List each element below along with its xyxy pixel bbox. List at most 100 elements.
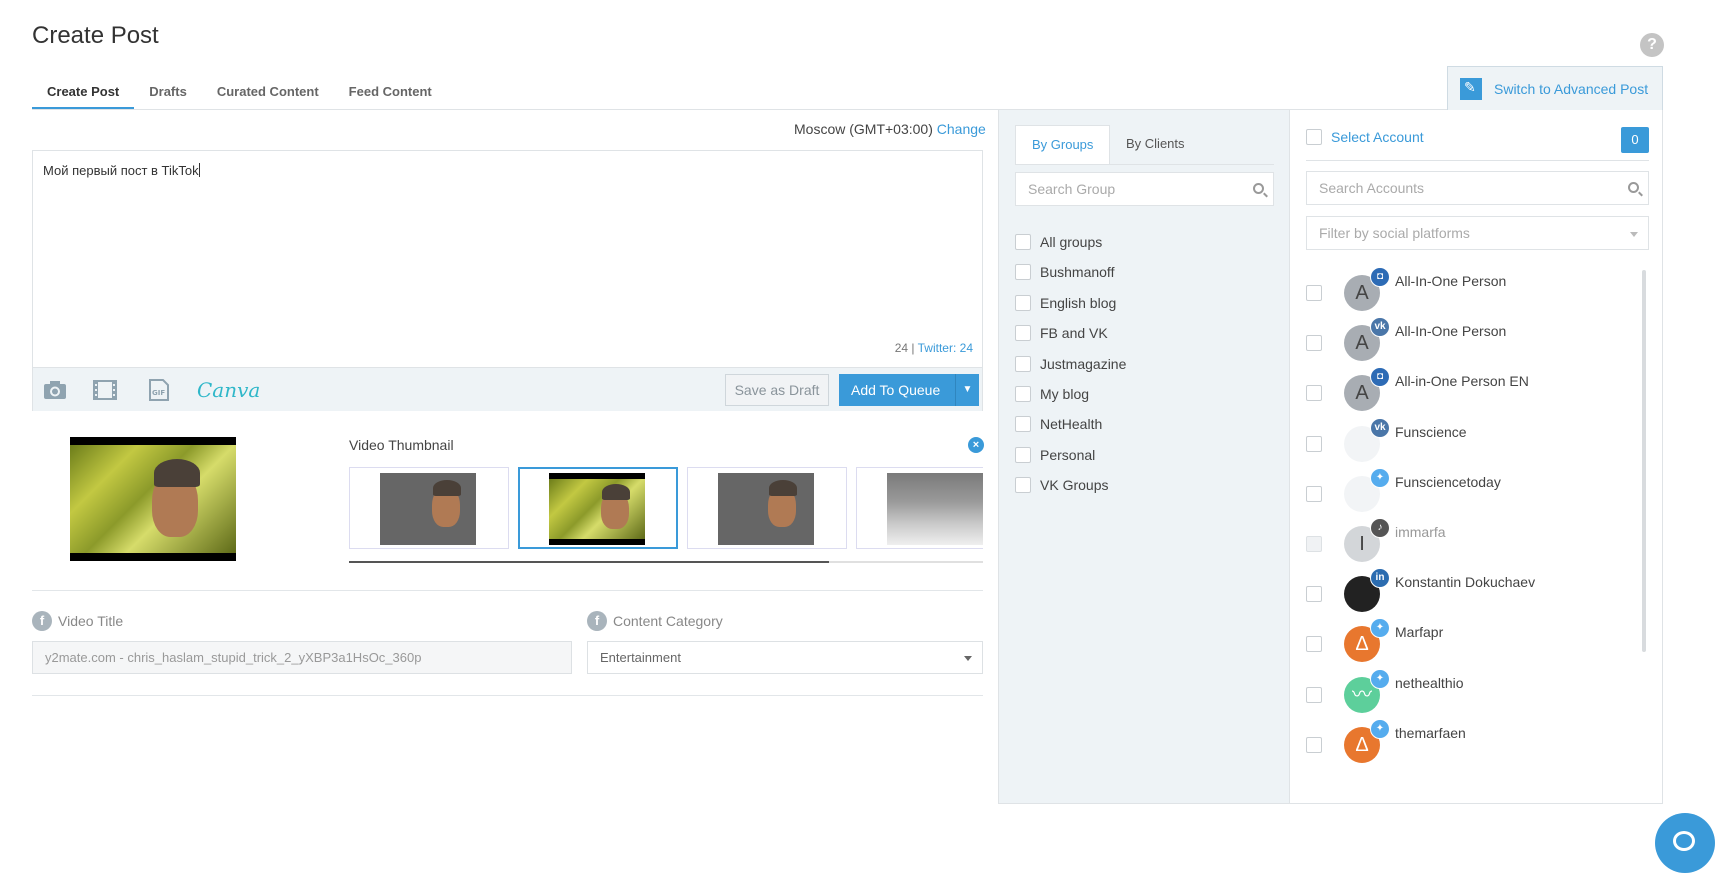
group-checkbox[interactable] (1015, 234, 1031, 250)
accounts-scrollbar[interactable] (1642, 270, 1646, 652)
gif-icon[interactable]: GIF (147, 379, 171, 401)
group-item[interactable]: Personal (1015, 445, 1095, 465)
account-checkbox[interactable] (1306, 636, 1322, 653)
text-caret (198, 163, 200, 177)
chevron-down-icon (1630, 232, 1638, 237)
account-checkbox[interactable] (1306, 686, 1322, 703)
thumbnail-option-2[interactable] (518, 467, 678, 549)
group-checkbox[interactable] (1015, 325, 1031, 342)
account-item[interactable]: in Konstantin Dokuchaev (1306, 568, 1636, 613)
tab-feed-content[interactable]: Feed Content (334, 80, 447, 110)
video-preview[interactable] (70, 437, 236, 561)
account-item[interactable]: vk Funscience (1306, 417, 1636, 463)
thumbnail-option-4[interactable] (856, 467, 983, 549)
group-label: All groups (1040, 234, 1103, 250)
svg-text:GIF: GIF (152, 389, 165, 397)
group-label: VK Groups (1040, 477, 1109, 494)
add-to-queue-label: Add To Queue (851, 382, 941, 398)
group-item[interactable]: All groups (1015, 232, 1102, 252)
select-account-toggle[interactable]: Select Account (1306, 129, 1424, 145)
account-name: Funscience (1395, 423, 1467, 440)
video-title-input[interactable]: y2mate.com - chris_haslam_stupid_trick_2… (32, 641, 572, 674)
account-item[interactable]: Δ ✦ themarfaen (1306, 718, 1636, 764)
thumbnail-option-1[interactable] (349, 467, 509, 549)
account-checkbox[interactable] (1306, 385, 1322, 402)
filter-platforms-placeholder: Filter by social platforms (1319, 225, 1470, 241)
section-divider (32, 695, 983, 696)
group-item[interactable]: NetHealth (1015, 414, 1102, 434)
account-item[interactable]: A ◘ All-in-One Person EN (1306, 367, 1636, 412)
search-group-input[interactable]: Search Group (1015, 172, 1274, 206)
account-checkbox[interactable] (1306, 485, 1322, 502)
group-checkbox[interactable] (1015, 294, 1031, 311)
group-checkbox[interactable] (1015, 386, 1031, 402)
tab-drafts[interactable]: Drafts (134, 80, 202, 110)
group-item[interactable]: Justmagazine (1015, 354, 1126, 374)
close-icon[interactable]: × (968, 437, 984, 453)
account-name: immarfa (1395, 524, 1446, 540)
account-name: Marfapr (1395, 624, 1444, 641)
select-all-checkbox[interactable] (1306, 129, 1322, 145)
content-category-select[interactable]: Entertainment (587, 641, 983, 674)
twitter-icon: ✦ (1370, 467, 1390, 488)
camera-icon[interactable] (43, 379, 67, 401)
facebook-icon: f (587, 611, 607, 631)
accounts-panel: Select Account 0 Search Accounts Filter … (1289, 110, 1663, 804)
group-label: FB and VK (1040, 325, 1108, 342)
tab-by-groups[interactable]: By Groups (1015, 125, 1111, 165)
account-checkbox[interactable] (1306, 335, 1322, 352)
thumbnail-scrollbar-thumb[interactable] (349, 561, 829, 563)
account-item[interactable]: A ◘ All-In-One Person (1306, 267, 1636, 312)
switch-advanced-post-label: Switch to Advanced Post (1494, 80, 1649, 97)
account-item[interactable]: I ♪ immarfa (1306, 518, 1636, 563)
thumbnail-scrollbar[interactable] (349, 561, 983, 563)
account-item[interactable]: 〰 ✦ nethealthio (1306, 668, 1636, 714)
account-checkbox[interactable] (1306, 435, 1322, 452)
tab-by-clients[interactable]: By Clients (1110, 125, 1201, 165)
group-checkbox[interactable] (1015, 446, 1031, 463)
account-item[interactable]: ✦ Funsciencetoday (1306, 467, 1636, 513)
char-count: 24 | (894, 341, 915, 355)
group-checkbox[interactable] (1015, 416, 1031, 433)
video-icon[interactable] (93, 379, 117, 401)
timezone-change-link[interactable]: Change (937, 121, 986, 137)
group-item[interactable]: English blog (1015, 293, 1116, 313)
group-checkbox[interactable] (1015, 264, 1031, 281)
canva-button[interactable]: Canva (197, 378, 260, 402)
account-item[interactable]: Avk All-In-One Person (1306, 317, 1636, 362)
chat-support-button[interactable] (1655, 813, 1715, 873)
vk-icon: vk (1370, 417, 1390, 438)
main-tabs: Create Post Drafts Curated Content Feed … (32, 80, 447, 110)
filter-platforms-select[interactable]: Filter by social platforms (1306, 216, 1649, 250)
group-label: English blog (1040, 294, 1117, 311)
switch-advanced-post-button[interactable]: Switch to Advanced Post (1447, 66, 1663, 110)
queue-dropdown-chevron-icon[interactable]: ▼ (955, 374, 979, 406)
thumbnail-option-3[interactable] (687, 467, 847, 549)
help-icon[interactable]: ? (1640, 33, 1664, 57)
pencil-icon (1460, 77, 1482, 100)
group-item[interactable]: Bushmanoff (1015, 262, 1114, 282)
save-as-draft-button[interactable]: Save as Draft (725, 374, 829, 406)
video-thumbnail-label: Video Thumbnail (349, 437, 454, 453)
select-account-label: Select Account (1331, 129, 1424, 145)
group-item[interactable]: VK Groups (1015, 475, 1108, 495)
account-checkbox[interactable] (1306, 736, 1322, 753)
group-checkbox[interactable] (1015, 355, 1031, 372)
account-name: All-In-One Person (1395, 273, 1507, 289)
add-to-queue-button[interactable]: Add To Queue ▼ (839, 374, 979, 406)
post-text-area[interactable]: Мой первый пост в TikTok (43, 163, 200, 178)
tab-create-post[interactable]: Create Post (32, 80, 135, 110)
group-checkbox[interactable] (1015, 477, 1031, 494)
tab-curated-content[interactable]: Curated Content (202, 80, 334, 110)
groups-panel: By Groups By Clients Search Group All gr… (998, 110, 1289, 804)
account-checkbox[interactable] (1306, 586, 1322, 603)
account-checkbox[interactable] (1306, 285, 1322, 301)
account-item[interactable]: Δ ✦ Marfapr (1306, 618, 1636, 663)
search-accounts-input[interactable]: Search Accounts (1306, 171, 1649, 205)
group-item[interactable]: FB and VK (1015, 323, 1108, 343)
account-checkbox[interactable] (1306, 536, 1322, 552)
instagram-icon: ◘ (1370, 367, 1390, 388)
group-item[interactable]: My blog (1015, 384, 1089, 404)
facebook-icon: f (32, 611, 52, 631)
twitter-icon: ✦ (1370, 618, 1390, 639)
